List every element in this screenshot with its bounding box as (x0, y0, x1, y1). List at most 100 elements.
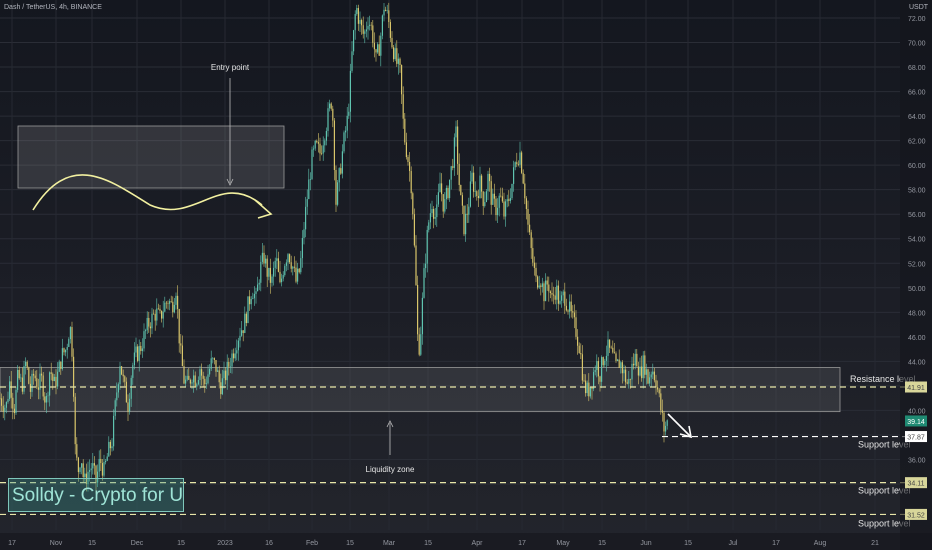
candle-body (103, 462, 105, 476)
candle-body (389, 22, 391, 38)
candle-body (413, 214, 415, 246)
candle-body (545, 280, 547, 302)
candle-body (514, 162, 516, 168)
candle-body (348, 111, 350, 116)
candle-body (13, 408, 15, 414)
candle-body (658, 389, 660, 394)
down-arrow (667, 413, 691, 437)
candle-body (113, 415, 115, 447)
candle-body (44, 396, 46, 403)
candle-body (497, 207, 499, 216)
time-tick-label: Feb (306, 540, 318, 547)
candle-body (650, 374, 652, 378)
candle-body (645, 369, 647, 375)
candle-body (76, 444, 78, 458)
candle-body (154, 313, 156, 321)
chart-canvas[interactable]: Resistance levelSupport levelSupport lev… (0, 0, 932, 550)
time-tick-label: Nov (50, 540, 63, 547)
candle-body (338, 168, 340, 183)
candle-body (181, 345, 183, 367)
candle-body (631, 363, 633, 380)
candle-body (108, 441, 110, 457)
candle-body (303, 229, 305, 238)
candle-body (260, 261, 262, 283)
candle-body (476, 191, 478, 197)
candle-body (655, 380, 657, 388)
time-axis[interactable]: 17 Nov 15 Dec 15 2023 16 Feb 15 Mar 15 Apr 17 May 15 Ju… (0, 533, 932, 550)
price-axis[interactable]: 34.0036.0038.0040.0042.0044.0046.0048.00… (900, 0, 932, 550)
candle-body (626, 382, 628, 384)
price-tick-label: 48.00 (908, 310, 926, 317)
candle-body (535, 267, 537, 277)
candle-body (636, 353, 638, 367)
candle-body (604, 360, 606, 366)
candle-body (409, 161, 411, 172)
candle-body (597, 361, 599, 377)
candle-body (449, 179, 451, 199)
candle-body (153, 313, 155, 315)
candle-body (231, 353, 233, 367)
candle-body (229, 366, 231, 368)
time-tick-label: 17 (772, 540, 780, 547)
candle-body (33, 373, 35, 376)
candle-body (266, 258, 268, 277)
candle-body (250, 298, 252, 305)
candle-body (556, 285, 558, 300)
candle-body (625, 369, 627, 383)
candle-body (593, 372, 595, 389)
candle-body (330, 103, 332, 109)
candle-body (429, 213, 431, 223)
candle-body (127, 402, 129, 412)
price-tick-label: 72.00 (908, 16, 926, 23)
candle-body (42, 375, 44, 397)
candle-body (573, 312, 575, 318)
candle-body (10, 381, 12, 398)
candle-body (18, 369, 20, 379)
candle-body (457, 126, 459, 164)
time-tick-label: 15 (346, 540, 354, 547)
candle-body (12, 397, 14, 409)
candle-body (426, 229, 428, 264)
candle-body (121, 366, 123, 375)
candle-body (362, 25, 364, 34)
candle-body (247, 296, 249, 323)
candle-body (106, 456, 108, 461)
candle-body (397, 58, 399, 64)
candle-body (242, 330, 244, 333)
candle-body (21, 377, 23, 392)
time-tick-label: Dec (131, 540, 144, 547)
candle-body (385, 9, 387, 11)
candle-body (466, 213, 468, 215)
candle-body (572, 311, 574, 313)
candle-body (471, 172, 473, 182)
candle-body (36, 378, 38, 388)
candle-body (228, 361, 230, 367)
candle-body (292, 266, 294, 269)
candle-body (450, 166, 452, 180)
candle-body (47, 395, 49, 397)
candle-body (255, 291, 257, 294)
candle-body (196, 384, 198, 387)
candle-body (369, 24, 371, 26)
candle-body (377, 44, 379, 53)
candle-body (298, 268, 300, 273)
candle-body (98, 458, 100, 472)
candle-body (639, 366, 641, 376)
price-tick-label: 36.00 (908, 457, 926, 464)
candle-body (465, 213, 467, 235)
candle-body (125, 381, 127, 403)
candle-body (69, 327, 71, 340)
candle-body (657, 387, 659, 390)
candle-body (225, 370, 227, 381)
candle-body (357, 8, 359, 24)
candle-body (489, 173, 491, 182)
candle-body (564, 291, 566, 306)
candle-body (141, 348, 143, 352)
candle-body (431, 209, 433, 214)
price-tick-label: 50.00 (908, 286, 926, 293)
candle-body (159, 308, 161, 311)
candle-body (420, 334, 422, 355)
candle-body (367, 25, 369, 30)
candle-body (212, 358, 214, 359)
candle-body (133, 352, 135, 366)
